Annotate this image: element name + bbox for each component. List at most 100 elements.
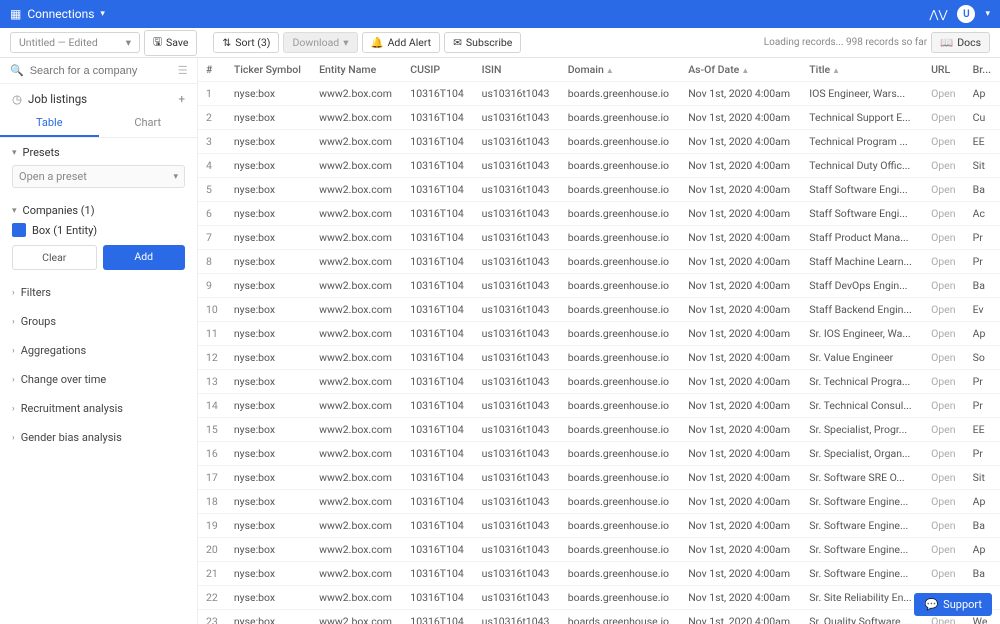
column-header[interactable]: Domain▲: [560, 58, 681, 82]
table-cell: Cu: [965, 106, 1000, 130]
preset-select[interactable]: Open a preset▾: [12, 165, 185, 188]
table-cell: Sr. Technical Progra...: [801, 370, 923, 394]
plus-icon[interactable]: +: [178, 92, 185, 106]
table-cell: 23: [198, 610, 226, 624]
menu-icon[interactable]: ☰: [178, 64, 188, 77]
presets-toggle[interactable]: ▾Presets: [12, 146, 185, 159]
add-button[interactable]: Add: [103, 245, 186, 270]
column-header[interactable]: ISIN: [474, 58, 560, 82]
table-cell: 10316T104: [402, 202, 473, 226]
column-header[interactable]: Entity Name: [311, 58, 402, 82]
data-table: #Ticker SymbolEntity NameCUSIPISINDomain…: [198, 58, 1000, 624]
download-button[interactable]: Download▾: [283, 32, 357, 53]
column-header[interactable]: As-Of Date▲: [680, 58, 801, 82]
sort-button[interactable]: ⇅Sort (3): [213, 32, 279, 53]
table-cell: boards.greenhouse.io: [560, 274, 681, 298]
add-alert-button[interactable]: 🔔Add Alert: [362, 32, 441, 53]
column-header[interactable]: Ticker Symbol: [226, 58, 311, 82]
sheet-name-dropdown[interactable]: Untitled — Edited▾: [10, 32, 140, 53]
table-cell: Sit: [965, 466, 1000, 490]
column-header[interactable]: Br...: [965, 58, 1000, 82]
clear-button[interactable]: Clear: [12, 245, 97, 270]
table-row[interactable]: 9nyse:boxwww2.box.com10316T104us10316t10…: [198, 274, 1000, 298]
table-row[interactable]: 17nyse:boxwww2.box.com10316T104us10316t1…: [198, 466, 1000, 490]
column-header[interactable]: Title▲: [801, 58, 923, 82]
subscribe-button[interactable]: ✉Subscribe: [444, 32, 521, 53]
sidebar-row[interactable]: ›Gender bias analysis: [0, 423, 197, 452]
table-cell: 12: [198, 346, 226, 370]
table-container[interactable]: #Ticker SymbolEntity NameCUSIPISINDomain…: [198, 58, 1000, 624]
table-row[interactable]: 22nyse:boxwww2.box.com10316T104us10316t1…: [198, 586, 1000, 610]
table-cell: Sr. Specialist, Progr...: [801, 418, 923, 442]
chevron-right-icon: ›: [12, 433, 15, 443]
table-row[interactable]: 12nyse:boxwww2.box.com10316T104us10316t1…: [198, 346, 1000, 370]
table-cell: Technical Duty Offic...: [801, 154, 923, 178]
tab-chart[interactable]: Chart: [99, 110, 198, 137]
sidebar-row[interactable]: ›Recruitment analysis: [0, 394, 197, 423]
table-cell: boards.greenhouse.io: [560, 562, 681, 586]
table-row[interactable]: 23nyse:boxwww2.box.com10316T104us10316t1…: [198, 610, 1000, 624]
table-row[interactable]: 14nyse:boxwww2.box.com10316T104us10316t1…: [198, 394, 1000, 418]
table-row[interactable]: 6nyse:boxwww2.box.com10316T104us10316t10…: [198, 202, 1000, 226]
table-cell: 13: [198, 370, 226, 394]
company-chip[interactable]: Box (1 Entity): [32, 224, 97, 237]
tab-table[interactable]: Table: [0, 110, 99, 137]
table-row[interactable]: 18nyse:boxwww2.box.com10316T104us10316t1…: [198, 490, 1000, 514]
chat-icon: 💬: [924, 598, 938, 611]
table-row[interactable]: 8nyse:boxwww2.box.com10316T104us10316t10…: [198, 250, 1000, 274]
table-cell: boards.greenhouse.io: [560, 346, 681, 370]
activity-icon[interactable]: ⋀⋁: [929, 8, 947, 21]
table-row[interactable]: 5nyse:boxwww2.box.com10316T104us10316t10…: [198, 178, 1000, 202]
companies-toggle[interactable]: ▾Companies (1): [12, 204, 185, 217]
table-row[interactable]: 16nyse:boxwww2.box.com10316T104us10316t1…: [198, 442, 1000, 466]
toolbar: Untitled — Edited▾ 🖫Save ⇅Sort (3) Downl…: [0, 28, 1000, 58]
table-cell: www2.box.com: [311, 106, 402, 130]
table-row[interactable]: 15nyse:boxwww2.box.com10316T104us10316t1…: [198, 418, 1000, 442]
table-cell: Ap: [965, 82, 1000, 106]
table-row[interactable]: 4nyse:boxwww2.box.com10316T104us10316t10…: [198, 154, 1000, 178]
table-row[interactable]: 19nyse:boxwww2.box.com10316T104us10316t1…: [198, 514, 1000, 538]
table-row[interactable]: 7nyse:boxwww2.box.com10316T104us10316t10…: [198, 226, 1000, 250]
docs-button[interactable]: 📖Docs: [931, 32, 990, 53]
chevron-down-icon[interactable]: ▾: [100, 9, 105, 19]
table-row[interactable]: 1nyse:boxwww2.box.com10316T104us10316t10…: [198, 82, 1000, 106]
table-cell: us10316t1043: [474, 586, 560, 610]
table-cell: Open: [923, 466, 965, 490]
table-cell: Open: [923, 418, 965, 442]
chevron-down-icon[interactable]: ▾: [985, 9, 990, 19]
table-row[interactable]: 11nyse:boxwww2.box.com10316T104us10316t1…: [198, 322, 1000, 346]
table-cell: 6: [198, 202, 226, 226]
table-cell: 10316T104: [402, 370, 473, 394]
table-cell: Staff Software Engi...: [801, 178, 923, 202]
save-button[interactable]: 🖫Save: [144, 30, 197, 56]
sidebar-row[interactable]: ›Change over time: [0, 365, 197, 394]
table-cell: 14: [198, 394, 226, 418]
column-header[interactable]: #: [198, 58, 226, 82]
table-cell: Staff Machine Learn...: [801, 250, 923, 274]
table-row[interactable]: 2nyse:boxwww2.box.com10316T104us10316t10…: [198, 106, 1000, 130]
table-row[interactable]: 3nyse:boxwww2.box.com10316T104us10316t10…: [198, 130, 1000, 154]
company-search-input[interactable]: [30, 65, 172, 77]
table-cell: us10316t1043: [474, 610, 560, 624]
table-row[interactable]: 20nyse:boxwww2.box.com10316T104us10316t1…: [198, 538, 1000, 562]
app-logo-icon: ▦: [10, 7, 21, 21]
table-cell: nyse:box: [226, 130, 311, 154]
app-title[interactable]: Connections: [27, 7, 94, 21]
table-cell: Ba: [965, 274, 1000, 298]
table-row[interactable]: 10nyse:boxwww2.box.com10316T104us10316t1…: [198, 298, 1000, 322]
table-cell: nyse:box: [226, 538, 311, 562]
table-cell: www2.box.com: [311, 562, 402, 586]
table-row[interactable]: 13nyse:boxwww2.box.com10316T104us10316t1…: [198, 370, 1000, 394]
table-cell: nyse:box: [226, 274, 311, 298]
sidebar-row[interactable]: ›Aggregations: [0, 336, 197, 365]
sidebar-row[interactable]: ›Filters: [0, 278, 197, 307]
support-button[interactable]: 💬 Support: [914, 593, 992, 616]
sidebar-row[interactable]: ›Groups: [0, 307, 197, 336]
table-cell: 10316T104: [402, 586, 473, 610]
avatar[interactable]: U: [957, 5, 975, 23]
table-row[interactable]: 21nyse:boxwww2.box.com10316T104us10316t1…: [198, 562, 1000, 586]
table-cell: 1: [198, 82, 226, 106]
column-header[interactable]: CUSIP: [402, 58, 473, 82]
table-cell: Open: [923, 130, 965, 154]
column-header[interactable]: URL: [923, 58, 965, 82]
